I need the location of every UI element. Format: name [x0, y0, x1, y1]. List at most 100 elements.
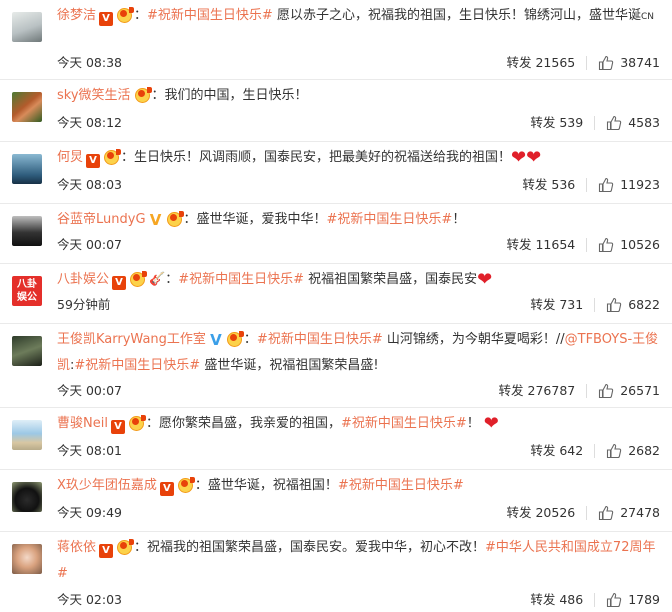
comment-text-part: 愿以赤子之心，祝福我的祖国，生日快乐！锦绣河山，盛世华诞 [272, 8, 641, 23]
username-link[interactable]: sky微笑生活 [57, 88, 131, 103]
comment-text-part: ： [134, 8, 148, 23]
heart-icon: ❤ [477, 269, 493, 290]
forward-button[interactable]: 转发 642 [530, 441, 583, 461]
comment-text: 曹骏Neil V ：愿你繁荣昌盛，我亲爱的祖国，#祝新中国生日快乐#！ ❤ [57, 411, 662, 437]
verified-gold-icon: V [149, 211, 162, 229]
like-count: 1789 [628, 592, 660, 607]
comment-actions: 转发 276787 26571 [499, 381, 660, 401]
like-button[interactable]: 10526 [598, 235, 660, 255]
comment-actions: 转发 486 1789 [530, 590, 660, 610]
comment-text: 王俊凯KarryWang工作室 V ：#祝新中国生日快乐# 山河锦绣，为今朝华夏喝彩… [57, 327, 662, 379]
like-button[interactable]: 11923 [598, 175, 660, 195]
username-link[interactable]: 徐梦洁 [57, 8, 96, 23]
username-link[interactable]: 王俊凯KarryWang工作室 [57, 332, 206, 347]
medal-icon [103, 149, 122, 165]
comment-text-part: ：盛世华诞，爱我中华！ [183, 212, 327, 227]
forward-button[interactable]: 转发 276787 [499, 381, 576, 401]
comment-text: 何炅 V ：生日快乐！风调雨顺，国泰民安，把最美好的祝福送给我的祖国！❤❤ [57, 145, 662, 171]
hashtag-link[interactable]: #祝新中国生日快乐# [327, 212, 453, 227]
avatar[interactable] [12, 154, 42, 184]
like-button[interactable]: 6822 [606, 295, 660, 315]
comment-actions: 转发 536 11923 [522, 175, 660, 195]
forward-button[interactable]: 转发 536 [522, 175, 575, 195]
comment-item: sky微笑生活 ：我们的中国，生日快乐！ 今天 08:12 转发 539 4583 [0, 80, 672, 142]
thumbs-up-icon [607, 115, 622, 131]
comment-item: 曹骏Neil V ：愿你繁荣昌盛，我亲爱的祖国，#祝新中国生日快乐#！ ❤ 今天 08… [0, 408, 672, 470]
comment-actions: 转发 11654 10526 [506, 235, 660, 255]
thumbs-up-icon [599, 237, 614, 253]
like-count: 26571 [620, 383, 660, 398]
forward-button[interactable]: 转发 731 [530, 295, 583, 315]
like-button[interactable]: 2682 [606, 441, 660, 461]
hashtag-link[interactable]: #祝新中国生日快乐# [341, 416, 467, 431]
like-count: 10526 [620, 237, 660, 252]
medal-icon [116, 539, 135, 555]
comment-actions: 转发 642 2682 [530, 441, 660, 461]
comment-text: 谷蓝帝LundyG V ：盛世华诞，爱我中华！#祝新中国生日快乐#！ [57, 207, 662, 233]
comment-time: 今天 08:12 [57, 115, 122, 130]
forward-button[interactable]: 转发 539 [530, 113, 583, 133]
comment-item: 何炅 V ：生日快乐！风调雨顺，国泰民安，把最美好的祝福送给我的祖国！❤❤ 今天 0… [0, 142, 672, 204]
like-button[interactable]: 4583 [606, 113, 660, 133]
comment-text-part: ！ [452, 212, 466, 227]
comment-text-part: ：我们的中国，生日快乐！ [151, 88, 308, 103]
comment-time: 今天 00:07 [57, 383, 122, 398]
like-count: 6822 [628, 297, 660, 312]
username-link[interactable]: 谷蓝帝LundyG [57, 212, 146, 227]
comment-text: 蒋依依 V ：祝福我的祖国繁荣昌盛，国泰民安。爱我中华，初心不改！#中华人民共和国成… [57, 535, 662, 587]
comment-suffix: CN [640, 12, 654, 22]
hashtag-link[interactable]: #祝新中国生日快乐# [147, 8, 273, 23]
forward-button[interactable]: 转发 20526 [506, 503, 575, 523]
like-button[interactable]: 1789 [606, 590, 660, 610]
like-count: 2682 [628, 443, 660, 458]
username-link[interactable]: 蒋依依 [57, 540, 96, 555]
avatar[interactable] [12, 12, 42, 42]
divider [594, 116, 596, 130]
avatar[interactable]: 八卦 娱公 [12, 276, 42, 306]
forward-button[interactable]: 转发 21565 [506, 53, 575, 73]
comment-text-part: 盛世华诞，祝福祖国繁荣昌盛! [200, 358, 379, 373]
hashtag-link[interactable]: #祝新中国生日快乐# [257, 332, 383, 347]
like-button[interactable]: 38741 [598, 53, 660, 73]
avatar[interactable] [12, 92, 42, 122]
medal-icon [166, 211, 184, 227]
thumbs-up-icon [599, 383, 614, 399]
comment-actions: 转发 21565 38741 [506, 53, 660, 73]
medal-icon [129, 271, 148, 287]
avatar[interactable] [12, 544, 42, 574]
comment-time: 今天 08:03 [57, 177, 122, 192]
hashtag-link[interactable]: #祝新中国生日快乐# [178, 272, 304, 287]
heart-icon: ❤ [511, 147, 527, 168]
thumbs-up-icon [607, 592, 622, 608]
forward-button[interactable]: 转发 11654 [506, 235, 575, 255]
comment-text-part: 祝福祖国繁荣昌盛，国泰民安 [304, 272, 478, 287]
avatar[interactable] [12, 420, 42, 450]
like-button[interactable]: 26571 [598, 381, 660, 401]
comment-text-part: ：祝福我的祖国繁荣昌盛，国泰民安。爱我中华，初心不改！ [134, 540, 486, 555]
comment-time: 今天 08:01 [57, 443, 122, 458]
username-link[interactable]: 八卦娱公 [57, 272, 109, 287]
avatar[interactable] [12, 336, 42, 366]
comment-time: 今天 00:07 [57, 237, 122, 252]
thumbs-up-icon [607, 443, 622, 459]
forward-button[interactable]: 转发 486 [530, 590, 583, 610]
divider [586, 178, 588, 192]
comment-item: 谷蓝帝LundyG V ：盛世华诞，爱我中华！#祝新中国生日快乐#！ 今天 00:0… [0, 204, 672, 264]
medal-icon [226, 331, 244, 347]
comment-item: X玖少年团伍嘉成 V ：盛世华诞，祝福祖国！#祝新中国生日快乐# 今天 09:49 … [0, 470, 672, 532]
comment-text-part: ： [243, 332, 257, 347]
username-link[interactable]: X玖少年团伍嘉成 [57, 478, 157, 493]
comment-text: sky微笑生活 ：我们的中国，生日快乐！ [57, 83, 662, 109]
username-link[interactable]: 何炅 [57, 150, 83, 165]
like-button[interactable]: 27478 [598, 503, 660, 523]
hashtag-link[interactable]: #祝新中国生日快乐# [74, 358, 200, 373]
avatar[interactable] [12, 216, 42, 246]
username-link[interactable]: 曹骏Neil [57, 416, 108, 431]
divider [586, 238, 588, 252]
medal-icon [116, 7, 135, 23]
comment-text-part: ：愿你繁荣昌盛，我亲爱的祖国， [145, 416, 341, 431]
avatar[interactable] [12, 482, 42, 512]
hashtag-link[interactable]: #祝新中国生日快乐# [338, 478, 464, 493]
medal-icon [177, 477, 195, 493]
like-count: 11923 [620, 177, 660, 192]
